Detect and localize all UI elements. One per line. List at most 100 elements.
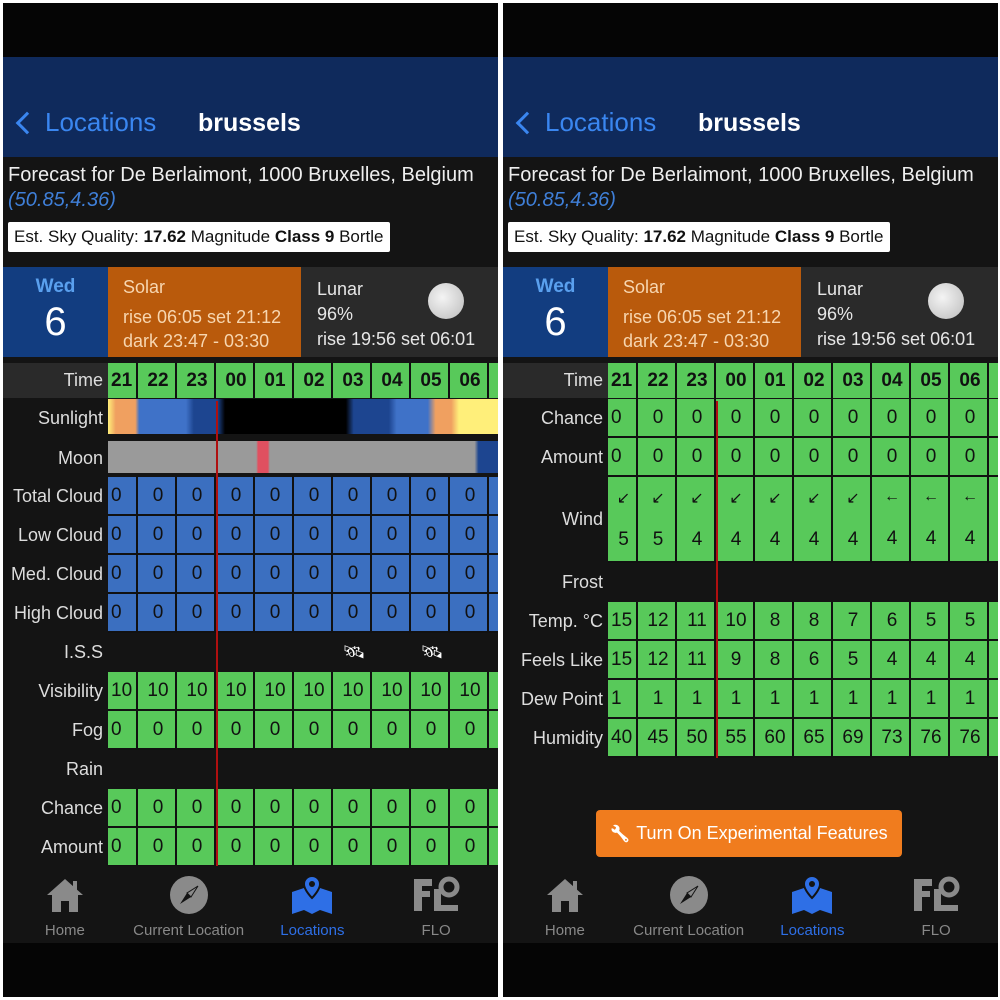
solar-info: Solar rise 06:05 set 21:12 dark 23:47 - 03… bbox=[608, 267, 801, 357]
tab-label: Home bbox=[44, 922, 85, 939]
value-cell: 0 bbox=[872, 399, 911, 438]
value-cell: 0 bbox=[108, 477, 138, 516]
tab-current-location[interactable]: Current Location bbox=[627, 866, 751, 943]
value-cell bbox=[489, 555, 498, 594]
value-cell: 15 bbox=[608, 641, 638, 680]
value-cell bbox=[489, 594, 498, 633]
moon-icon bbox=[928, 283, 964, 319]
wind-speed: 4 bbox=[964, 528, 976, 549]
value-cell: 10 bbox=[450, 672, 489, 711]
iss-cell bbox=[450, 633, 489, 672]
tab-label: FLO bbox=[421, 922, 451, 939]
value-cell: 10 bbox=[333, 672, 372, 711]
value-cell: 0 bbox=[372, 516, 411, 555]
value-cell: 0 bbox=[294, 789, 333, 828]
coordinates: (50.85,4.36) bbox=[508, 189, 616, 211]
time-cell bbox=[489, 363, 498, 398]
date: 6 bbox=[44, 300, 67, 344]
tab-flo[interactable]: FLO bbox=[374, 866, 498, 943]
value-cell: 0 bbox=[833, 438, 872, 477]
value-cell: 0 bbox=[255, 594, 294, 633]
time-cell: 04 bbox=[872, 363, 911, 398]
wind-speed: 4 bbox=[769, 528, 781, 550]
lunar-info: Lunar 96% rise 19:56 set 06:01 bbox=[801, 267, 998, 357]
tab-current-location[interactable]: Current Location bbox=[127, 866, 251, 943]
value-cell: 1 bbox=[716, 680, 755, 719]
value-cell: 1 bbox=[755, 680, 794, 719]
back-button[interactable]: Locations bbox=[513, 107, 656, 138]
value-cell: 4 bbox=[950, 641, 989, 680]
value-cell: 0 bbox=[255, 711, 294, 750]
tab-locations[interactable]: Locations bbox=[251, 866, 375, 943]
value-cell: 0 bbox=[450, 594, 489, 633]
row-cells: 1111111111 bbox=[608, 680, 998, 719]
row-cells: 0000000000 bbox=[608, 399, 998, 438]
time-cell: 21 bbox=[108, 363, 138, 398]
value-cell: 50 bbox=[677, 719, 716, 758]
back-label: Locations bbox=[545, 107, 657, 137]
wind-cell: ← 4 bbox=[872, 477, 911, 563]
day-selector[interactable]: Wed 6 bbox=[3, 267, 108, 357]
sky-prefix: Est. Sky Quality: bbox=[514, 227, 644, 246]
day-selector[interactable]: Wed 6 bbox=[503, 267, 608, 357]
back-button[interactable]: Locations bbox=[13, 107, 156, 138]
forecast-location: Forecast for De Berlaimont, 1000 Bruxell… bbox=[508, 163, 988, 213]
forecast-row: Low Cloud 0 0 0 0 0 0 0 0 0 0 bbox=[3, 516, 498, 555]
value-cell bbox=[989, 641, 998, 680]
value-cell: 0 bbox=[255, 828, 294, 867]
value-cell: 69 bbox=[833, 719, 872, 758]
tab-locations[interactable]: Locations bbox=[751, 866, 875, 943]
forecast-row: Humidity 40 45 50 55 60 65 69 73 76 76 bbox=[503, 719, 998, 758]
wind-arrow-icon: ↙ bbox=[616, 489, 631, 507]
value-cell: 6 bbox=[872, 602, 911, 641]
current-time-line bbox=[716, 401, 718, 758]
wind-speed: 4 bbox=[925, 528, 937, 549]
row-label: Moon bbox=[57, 448, 103, 468]
weekday: Wed bbox=[535, 276, 576, 297]
value-cell: 0 bbox=[255, 477, 294, 516]
value-cell: 15 bbox=[608, 602, 638, 641]
value-cell bbox=[489, 672, 498, 711]
value-cell: 40 bbox=[608, 719, 638, 758]
value-cell: 1 bbox=[872, 680, 911, 719]
forecast-row: Amount 0 0 0 0 0 0 0 0 0 0 bbox=[3, 828, 498, 867]
value-cell bbox=[489, 711, 498, 750]
forecast-row: Chance 0 0 0 0 0 0 0 0 0 0 bbox=[503, 399, 998, 438]
row-cells: 0000000000 bbox=[108, 828, 498, 867]
value-cell: 0 bbox=[755, 399, 794, 438]
forecast-row: High Cloud 0 0 0 0 0 0 0 0 0 0 bbox=[3, 594, 498, 633]
tab-home[interactable]: Home bbox=[3, 866, 127, 943]
time-cell: 21 bbox=[608, 363, 638, 398]
row-cells: 15 12 11 10 8 8 7 6 5 5 bbox=[608, 602, 998, 641]
value-cell: 0 bbox=[294, 594, 333, 633]
wind-cell: ↙ 4 bbox=[716, 477, 755, 563]
sky-quality: Est. Sky Quality: 17.62 Magnitude Class … bbox=[508, 222, 890, 252]
value-cell: 0 bbox=[216, 828, 255, 867]
row-cells: 21 22 23 00 01 02 03 04 05 06 bbox=[608, 363, 998, 398]
value-cell: 0 bbox=[216, 555, 255, 594]
weekday: Wed bbox=[35, 276, 76, 297]
row-cells: 0000000000 bbox=[108, 789, 498, 828]
row-cells: 0000000000 bbox=[108, 555, 498, 594]
tab-home[interactable]: Home bbox=[503, 866, 627, 943]
solar-dark: dark 23:47 - 03:30 bbox=[623, 331, 770, 351]
forecast-row: Moon bbox=[3, 441, 498, 477]
tab-label: FLO bbox=[921, 922, 951, 939]
time-cell: 22 bbox=[138, 363, 177, 398]
value-cell: 0 bbox=[755, 438, 794, 477]
time-cell: 06 bbox=[450, 363, 489, 398]
value-cell: 0 bbox=[333, 516, 372, 555]
value-cell: 0 bbox=[138, 711, 177, 750]
experimental-features-button[interactable]: 🔧 Turn On Experimental Features bbox=[596, 810, 902, 857]
value-cell: 10 bbox=[138, 672, 177, 711]
value-cell: 0 bbox=[294, 711, 333, 750]
value-cell: 60 bbox=[755, 719, 794, 758]
value-cell: 0 bbox=[911, 438, 950, 477]
wind-arrow-icon: ↙ bbox=[768, 489, 782, 507]
value-cell: 0 bbox=[255, 555, 294, 594]
compass-icon bbox=[627, 874, 751, 916]
value-cell bbox=[489, 477, 498, 516]
value-cell: 0 bbox=[450, 516, 489, 555]
tab-flo[interactable]: FLO bbox=[874, 866, 998, 943]
date: 6 bbox=[544, 300, 567, 344]
